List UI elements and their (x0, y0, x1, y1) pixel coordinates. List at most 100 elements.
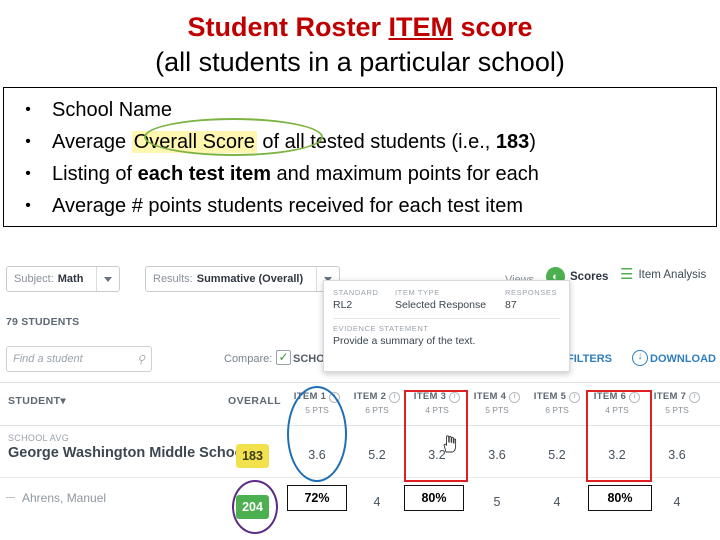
item-7-name: ITEM 7 (653, 391, 687, 402)
bullet-marker-icon: • (25, 133, 31, 150)
student-item-2-value: 4 (373, 495, 381, 509)
slide-title-part1: Student Roster (187, 12, 389, 42)
results-dropdown[interactable]: Results: Summative (Overall) (145, 266, 340, 292)
subject-dropdown[interactable]: Subject: Math (6, 266, 120, 292)
item-4-name: ITEM 4 (473, 391, 507, 402)
item-2-name: ITEM 2 (353, 391, 387, 402)
subject-label: Subject: (14, 273, 54, 285)
bullet-3-pre: Listing of (52, 163, 138, 185)
popup-standard-value: RL2 (333, 299, 353, 311)
student-item-5-value: 4 (553, 495, 561, 509)
info-icon[interactable]: i (389, 392, 401, 403)
popup-evidence-header: EVIDENCE STATEMENT (333, 324, 429, 333)
download-icon[interactable]: ↓ (632, 350, 648, 366)
column-header-item-1[interactable]: ITEM 1i 5 PTS (288, 391, 346, 415)
item-1-name: ITEM 1 (293, 391, 327, 402)
item-5-name: ITEM 5 (533, 391, 567, 402)
hand-cursor-icon (443, 435, 457, 453)
info-icon[interactable]: i (329, 392, 341, 403)
item-6-points: 4 PTS (605, 405, 629, 415)
slide-title-line1: Student Roster ITEM score (0, 10, 720, 44)
student-item-4-value: 5 (493, 495, 501, 509)
app-screenshot: Subject: Math Results: Summative (Overal… (0, 258, 720, 540)
chevron-down-icon[interactable] (96, 267, 119, 291)
tab-scores-label: Scores (570, 270, 609, 283)
tab-item-analysis[interactable]: ☰ Item Analysis (620, 267, 706, 282)
table-header-row: STUDENT▾ OVERALL ITEM 1i 5 PTS ITEM 2i 6… (0, 382, 720, 426)
school-avg-name: George Washington Middle School (8, 445, 248, 461)
compare-label: Compare: (224, 353, 273, 365)
list-item: • Average # points students received for… (4, 190, 716, 222)
list-item: • Listing of each test item and maximum … (4, 158, 716, 190)
filters-button[interactable]: FILTERS (567, 353, 612, 365)
school-avg-item-2: 5.2 (368, 448, 386, 462)
info-icon[interactable]: i (449, 392, 461, 403)
list-item: • School Name (4, 94, 716, 126)
slide-title-block: Student Roster ITEM score (all students … (0, 0, 720, 79)
popup-standard-header: STANDARD (333, 288, 379, 297)
popup-divider (333, 318, 560, 319)
school-avg-item-6: 3.2 (608, 448, 626, 462)
info-icon[interactable]: i (629, 392, 641, 403)
bullet-marker-icon: • (25, 197, 31, 214)
slide-title-item-underlined: ITEM (388, 12, 453, 42)
column-header-item-3[interactable]: ITEM 3i 4 PTS (408, 391, 466, 415)
sort-caret-icon[interactable]: ▾ (60, 395, 66, 407)
highlighted-overall-score: Overall Score (131, 131, 257, 153)
popup-evidence-value: Provide a summary of the text. (333, 335, 476, 347)
download-button[interactable]: DOWNLOAD (650, 353, 716, 365)
compare-checkbox[interactable]: ✓ (276, 350, 291, 365)
popup-item-type-value: Selected Response (395, 299, 487, 311)
column-header-item-7[interactable]: ITEM 7i 5 PTS (648, 391, 706, 415)
column-header-item-2[interactable]: ITEM 2i 6 PTS (348, 391, 406, 415)
column-header-item-6[interactable]: ITEM 6i 4 PTS (588, 391, 646, 415)
bullet-marker-icon: • (25, 101, 31, 118)
popup-responses-header: RESPONSES (505, 288, 558, 297)
bullet-2-pre: Average (52, 131, 132, 153)
bullet-4-pre: Average # points students received for e… (52, 195, 524, 217)
school-avg-label: SCHOOL AVG (8, 433, 70, 443)
student-item-7-value: 4 (673, 495, 681, 509)
search-placeholder-text: Find a student (13, 353, 83, 365)
bullet-3-bold: each test item (137, 163, 271, 185)
bullet-text-1: School Name (52, 94, 172, 126)
bullet-1-pre: School Name (52, 99, 173, 121)
bullet-text-3: Listing of each test item and maximum po… (52, 158, 539, 190)
subject-value: Math (57, 273, 84, 285)
student-name[interactable]: Ahrens, Manuel (22, 491, 106, 505)
bullet-marker-icon: • (25, 165, 31, 182)
bullet-list-box: • School Name • Average Overall Score of… (3, 87, 717, 227)
bullet-text-4: Average # points students received for e… (52, 190, 523, 222)
school-avg-item-4: 3.6 (488, 448, 506, 462)
info-icon[interactable]: i (509, 392, 521, 403)
popup-item-type-header: ITEM TYPE (395, 288, 440, 297)
info-icon[interactable]: i (689, 392, 701, 403)
row-dash-icon (6, 497, 15, 498)
item-7-points: 5 PTS (665, 405, 689, 415)
search-input[interactable]: Find a student ⚲ (6, 346, 152, 372)
slide-title-part2: score (452, 12, 533, 42)
list-item: • Average Overall Score of all tested st… (4, 126, 716, 158)
popup-responses-value: 87 (505, 299, 517, 311)
column-header-item-5[interactable]: ITEM 5i 6 PTS (528, 391, 586, 415)
item-1-points: 5 PTS (305, 405, 329, 415)
column-header-student[interactable]: STUDENT▾ (8, 395, 66, 407)
tab-item-analysis-label: Item Analysis (638, 268, 707, 281)
item-6-name: ITEM 6 (593, 391, 627, 402)
results-label: Results: (153, 273, 193, 285)
list-icon: ☰ (620, 266, 634, 283)
column-header-item-4[interactable]: ITEM 4i 5 PTS (468, 391, 526, 415)
results-value: Summative (Overall) (196, 273, 304, 285)
info-icon[interactable]: i (569, 392, 581, 403)
item-3-name: ITEM 3 (413, 391, 447, 402)
table-row-student[interactable]: Ahrens, Manuel 204 4 5 4 4 (0, 478, 720, 540)
item-5-points: 6 PTS (545, 405, 569, 415)
school-avg-item-1: 3.6 (308, 448, 326, 462)
column-header-overall: OVERALL (228, 395, 281, 407)
school-avg-item-7: 3.6 (668, 448, 686, 462)
bullet-3-post: and maximum points for each (271, 163, 539, 185)
item-3-points: 4 PTS (425, 405, 449, 415)
item-info-popup: STANDARD RL2 ITEM TYPE Selected Response… (323, 280, 570, 372)
school-avg-item-3: 3.2 (428, 448, 446, 462)
search-icon: ⚲ (136, 353, 145, 366)
